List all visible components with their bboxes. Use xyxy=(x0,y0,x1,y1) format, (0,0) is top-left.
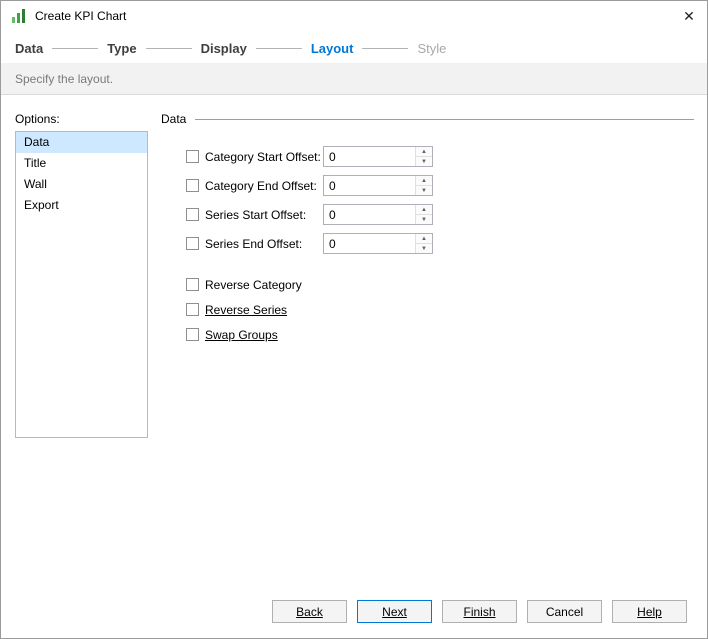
category-start-offset-spinner: 0 ▲ ▼ xyxy=(323,146,433,167)
spinner-buttons: ▲ ▼ xyxy=(415,147,432,166)
finish-button[interactable]: Finish xyxy=(442,600,517,623)
step-separator xyxy=(362,47,409,49)
list-item-export[interactable]: Export xyxy=(16,195,147,216)
spinner-up-icon[interactable]: ▲ xyxy=(416,234,432,244)
step-display[interactable]: Display xyxy=(201,41,247,56)
section-title: Data xyxy=(161,112,187,126)
help-button[interactable]: Help xyxy=(612,600,687,623)
step-separator xyxy=(52,47,99,49)
series-end-offset-input[interactable]: 0 xyxy=(324,234,415,253)
subtitle-text: Specify the layout. xyxy=(15,71,114,86)
step-type[interactable]: Type xyxy=(107,41,136,56)
wizard-steps: Data Type Display Layout Style xyxy=(1,31,707,63)
reverse-series-checkbox[interactable] xyxy=(186,303,199,316)
series-start-offset-checkbox[interactable] xyxy=(186,208,199,221)
step-layout[interactable]: Layout xyxy=(311,41,354,56)
toggle-row: Reverse Series xyxy=(186,297,694,322)
list-item-title[interactable]: Title xyxy=(16,153,147,174)
reverse-category-checkbox[interactable] xyxy=(186,278,199,291)
category-end-offset-checkbox[interactable] xyxy=(186,179,199,192)
list-item-data[interactable]: Data xyxy=(16,132,147,153)
series-start-offset-input[interactable]: 0 xyxy=(324,205,415,224)
series-start-offset-label: Series Start Offset: xyxy=(205,207,307,222)
swap-groups-checkbox[interactable] xyxy=(186,328,199,341)
series-end-offset-checkbox[interactable] xyxy=(186,237,199,250)
cancel-button[interactable]: Cancel xyxy=(527,600,602,623)
step-separator xyxy=(255,47,302,49)
spinner-down-icon[interactable]: ▼ xyxy=(416,215,432,224)
next-button[interactable]: Next xyxy=(357,600,432,623)
series-start-offset-spinner: 0 ▲ ▼ xyxy=(323,204,433,225)
category-start-offset-label: Category Start Offset: xyxy=(205,149,321,164)
spinner-buttons: ▲ ▼ xyxy=(415,234,432,253)
spinner-down-icon[interactable]: ▼ xyxy=(416,244,432,253)
toggle-rows: Reverse Category Reverse Series Swap Gro… xyxy=(186,272,694,347)
title-bar: Create KPI Chart ✕ xyxy=(1,1,707,31)
button-bar: Back Next Finish Cancel Help xyxy=(272,600,687,623)
list-item-wall[interactable]: Wall xyxy=(16,174,147,195)
section-header: Data xyxy=(161,112,694,126)
category-start-offset-input[interactable]: 0 xyxy=(324,147,415,166)
toggle-row: Reverse Category xyxy=(186,272,694,297)
spinner-up-icon[interactable]: ▲ xyxy=(416,176,432,186)
section-rule xyxy=(195,118,694,120)
spinner-up-icon[interactable]: ▲ xyxy=(416,205,432,215)
spinner-up-icon[interactable]: ▲ xyxy=(416,147,432,157)
data-panel: Data Category Start Offset: 0 ▲ ▼ Catego… xyxy=(161,112,694,347)
subtitle-bar: Specify the layout. xyxy=(1,63,707,95)
offset-row: Category End Offset: 0 ▲ ▼ xyxy=(186,171,694,200)
back-button[interactable]: Back xyxy=(272,600,347,623)
options-label: Options: xyxy=(15,112,60,126)
spinner-buttons: ▲ ▼ xyxy=(415,176,432,195)
offset-rows: Category Start Offset: 0 ▲ ▼ Category En… xyxy=(186,142,694,258)
options-list: Data Title Wall Export xyxy=(15,131,148,438)
category-end-offset-spinner: 0 ▲ ▼ xyxy=(323,175,433,196)
spinner-down-icon[interactable]: ▼ xyxy=(416,157,432,166)
reverse-series-label: Reverse Series xyxy=(205,302,288,317)
step-style[interactable]: Style xyxy=(417,41,446,56)
toggle-row: Swap Groups xyxy=(186,322,694,347)
step-separator xyxy=(145,47,192,49)
swap-groups-label: Swap Groups xyxy=(205,327,278,342)
spinner-down-icon[interactable]: ▼ xyxy=(416,186,432,195)
kpi-chart-icon xyxy=(11,8,27,24)
create-kpi-chart-dialog: Create KPI Chart ✕ Data Type Display Lay… xyxy=(0,0,708,639)
category-end-offset-input[interactable]: 0 xyxy=(324,176,415,195)
series-end-offset-spinner: 0 ▲ ▼ xyxy=(323,233,433,254)
series-end-offset-label: Series End Offset: xyxy=(205,236,303,251)
spinner-buttons: ▲ ▼ xyxy=(415,205,432,224)
offset-row: Category Start Offset: 0 ▲ ▼ xyxy=(186,142,694,171)
category-start-offset-checkbox[interactable] xyxy=(186,150,199,163)
window-title: Create KPI Chart xyxy=(35,9,127,23)
category-end-offset-label: Category End Offset: xyxy=(205,178,317,193)
close-icon[interactable]: ✕ xyxy=(671,1,707,31)
offset-row: Series Start Offset: 0 ▲ ▼ xyxy=(186,200,694,229)
step-data[interactable]: Data xyxy=(15,41,43,56)
reverse-category-label: Reverse Category xyxy=(205,277,302,292)
offset-row: Series End Offset: 0 ▲ ▼ xyxy=(186,229,694,258)
